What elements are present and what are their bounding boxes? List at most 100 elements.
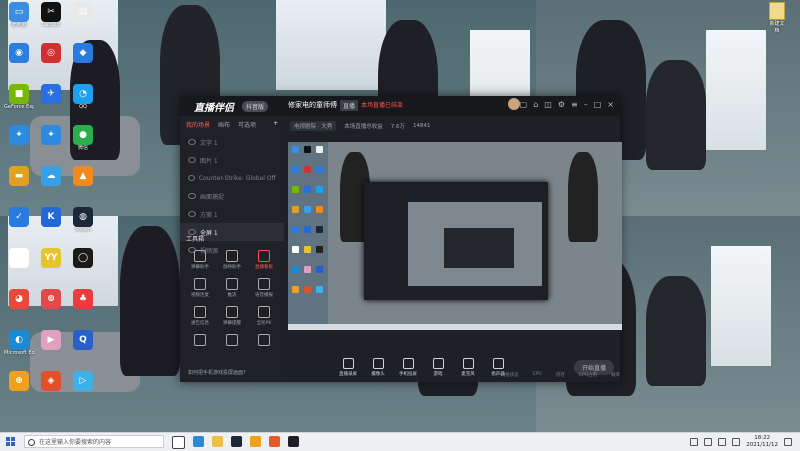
tab-canvas[interactable]: 画布: [218, 120, 230, 129]
desktop-icon[interactable]: ▲: [68, 166, 98, 200]
app-icon: ⊕: [9, 371, 29, 391]
menu-icon[interactable]: ≡: [571, 100, 578, 109]
scene-item[interactable]: 图片 1: [180, 151, 284, 169]
tool-item[interactable]: 弹幕助手: [184, 250, 216, 270]
source-icon: [492, 357, 504, 369]
desktop-icon[interactable]: ▭ 此电脑: [4, 2, 34, 36]
desktop-icon[interactable]: ● 微信: [68, 125, 98, 159]
preview-icon: [292, 266, 299, 273]
search-icon: [28, 439, 35, 446]
status-bar: 网络状态 CPU 内存 CPU占用 帧率: [284, 372, 630, 382]
tool-item[interactable]: 语音播报: [248, 278, 280, 298]
tab-options[interactable]: 可选项: [238, 120, 256, 129]
edge-icon[interactable]: [193, 436, 204, 447]
tool-item[interactable]: [248, 334, 280, 348]
tool-item[interactable]: [216, 334, 248, 348]
windows-start-icon[interactable]: [6, 437, 16, 447]
message-icon[interactable]: ▢: [520, 100, 528, 109]
taskbar-search[interactable]: 在这里输入你要搜索的内容: [24, 435, 164, 448]
tab-my-scenes[interactable]: 我的场景: [186, 120, 210, 129]
title-bar[interactable]: 直播伴侣 抖音版 修家电的童师傅 直播 本场直播已结束 ▢ ⌂ ◫ ⚙ ≡ – …: [180, 96, 620, 116]
gift-icon[interactable]: ◫: [544, 100, 552, 109]
desktop-icon[interactable]: Q: [68, 330, 98, 364]
steam-icon[interactable]: [231, 436, 242, 447]
scene-item[interactable]: 文字 1: [180, 133, 284, 151]
app-icon: ▶: [41, 330, 61, 350]
task-view-icon[interactable]: [172, 436, 185, 449]
tool-item[interactable]: 全民PK: [248, 306, 280, 326]
tool-item[interactable]: 弹幕提醒: [216, 306, 248, 326]
desktop-icon[interactable]: ▤: [68, 2, 98, 36]
desktop-icon-label: Microsoft Edge: [4, 350, 34, 356]
version-badge[interactable]: 抖音版: [242, 101, 269, 112]
desktop-icon[interactable]: ✈: [36, 84, 66, 118]
eye-icon[interactable]: [188, 157, 196, 163]
desktop-icon[interactable]: YY: [36, 248, 66, 282]
help-hint[interactable]: 如何把手机游戏投屏画面?: [188, 369, 246, 376]
desktop-icon[interactable]: ◕: [4, 289, 34, 323]
live-companion-icon[interactable]: [288, 436, 299, 447]
desktop-icon[interactable]: ✂ CapCut: [36, 2, 66, 36]
desktop-icon[interactable]: ▷: [68, 371, 98, 405]
desktop-icon[interactable]: ◍ Steam: [68, 207, 98, 241]
app-icon[interactable]: [250, 436, 261, 447]
stream-preview[interactable]: [288, 142, 622, 330]
desktop-icon[interactable]: ☁: [36, 166, 66, 200]
shirt-icon[interactable]: ⌂: [533, 100, 538, 109]
notification-icon[interactable]: [784, 438, 792, 446]
preview-icon: [304, 146, 311, 153]
tool-icon: [194, 250, 206, 262]
eye-icon[interactable]: [188, 211, 196, 217]
desktop-icon[interactable]: ⊕: [4, 371, 34, 405]
settings-icon[interactable]: ⚙: [558, 100, 565, 109]
eye-icon[interactable]: [188, 175, 195, 181]
desktop-icon[interactable]: ⊚: [36, 289, 66, 323]
tool-item[interactable]: 直播看板: [248, 250, 280, 270]
tool-item[interactable]: 通告信息: [184, 306, 216, 326]
desktop-icon[interactable]: ▬: [4, 166, 34, 200]
toolbox-title: 工具箱: [186, 236, 205, 243]
category-label[interactable]: 电视剧院 · 大秀: [290, 121, 337, 131]
desktop-icon[interactable]: ▶: [36, 330, 66, 364]
scene-item[interactable]: 画面捕捉: [180, 187, 284, 205]
app-icon[interactable]: [269, 436, 280, 447]
eye-icon[interactable]: [188, 139, 196, 145]
folder-icon[interactable]: [212, 436, 223, 447]
tool-label: 弹幕助手: [191, 265, 209, 270]
tool-item[interactable]: 视频连麦: [184, 278, 216, 298]
desktop-icon[interactable]: ✦: [4, 125, 34, 159]
desktop-icon[interactable]: ◆: [68, 43, 98, 77]
close-icon[interactable]: ×: [607, 100, 614, 109]
minimize-icon[interactable]: –: [584, 100, 588, 109]
clock[interactable]: 18:22 2021/11/12: [746, 435, 778, 449]
ime-icon[interactable]: [732, 438, 741, 446]
tool-label: 直播看板: [255, 265, 273, 270]
desktop-icon[interactable]: ◎: [36, 43, 66, 77]
tool-item[interactable]: 推流: [216, 278, 248, 298]
desktop-icon[interactable]: ◔ QQ: [68, 84, 98, 118]
desktop-icon[interactable]: ✓: [4, 207, 34, 241]
desktop-icon[interactable]: ■GeForce Experience: [4, 84, 34, 118]
maximize-icon[interactable]: □: [594, 100, 602, 109]
desktop-icon[interactable]: ◈: [36, 371, 66, 405]
chevron-up-icon[interactable]: [690, 438, 699, 446]
avatar[interactable]: [508, 98, 520, 110]
add-scene-button[interactable]: +: [273, 120, 278, 129]
scene-item[interactable]: 方案 1: [180, 205, 284, 223]
network-icon[interactable]: [704, 438, 713, 446]
desktop-icon[interactable]: ◐Microsoft Edge: [4, 330, 34, 364]
desktop-icon[interactable]: ◉: [4, 43, 34, 77]
scene-item[interactable]: Counter-Strike: Global Offensive: [180, 169, 284, 187]
live-companion-window[interactable]: 直播伴侣 抖音版 修家电的童师傅 直播 本场直播已结束 ▢ ⌂ ◫ ⚙ ≡ – …: [180, 96, 622, 382]
volume-icon[interactable]: [718, 438, 727, 446]
desktop-icon[interactable]: ✿: [4, 248, 34, 282]
desktop-icon[interactable]: ✦: [36, 125, 66, 159]
tool-item[interactable]: [184, 334, 216, 348]
project-title[interactable]: 修家电的童师傅: [288, 100, 337, 110]
tool-item[interactable]: 放映助手: [216, 250, 248, 270]
desktop-icon[interactable]: ♣: [68, 289, 98, 323]
desktop-icon[interactable]: ◯: [68, 248, 98, 282]
desktop-icon[interactable]: K: [36, 207, 66, 241]
eye-icon[interactable]: [188, 193, 196, 199]
desktop-file-icon[interactable]: 新建文档: [768, 2, 786, 34]
